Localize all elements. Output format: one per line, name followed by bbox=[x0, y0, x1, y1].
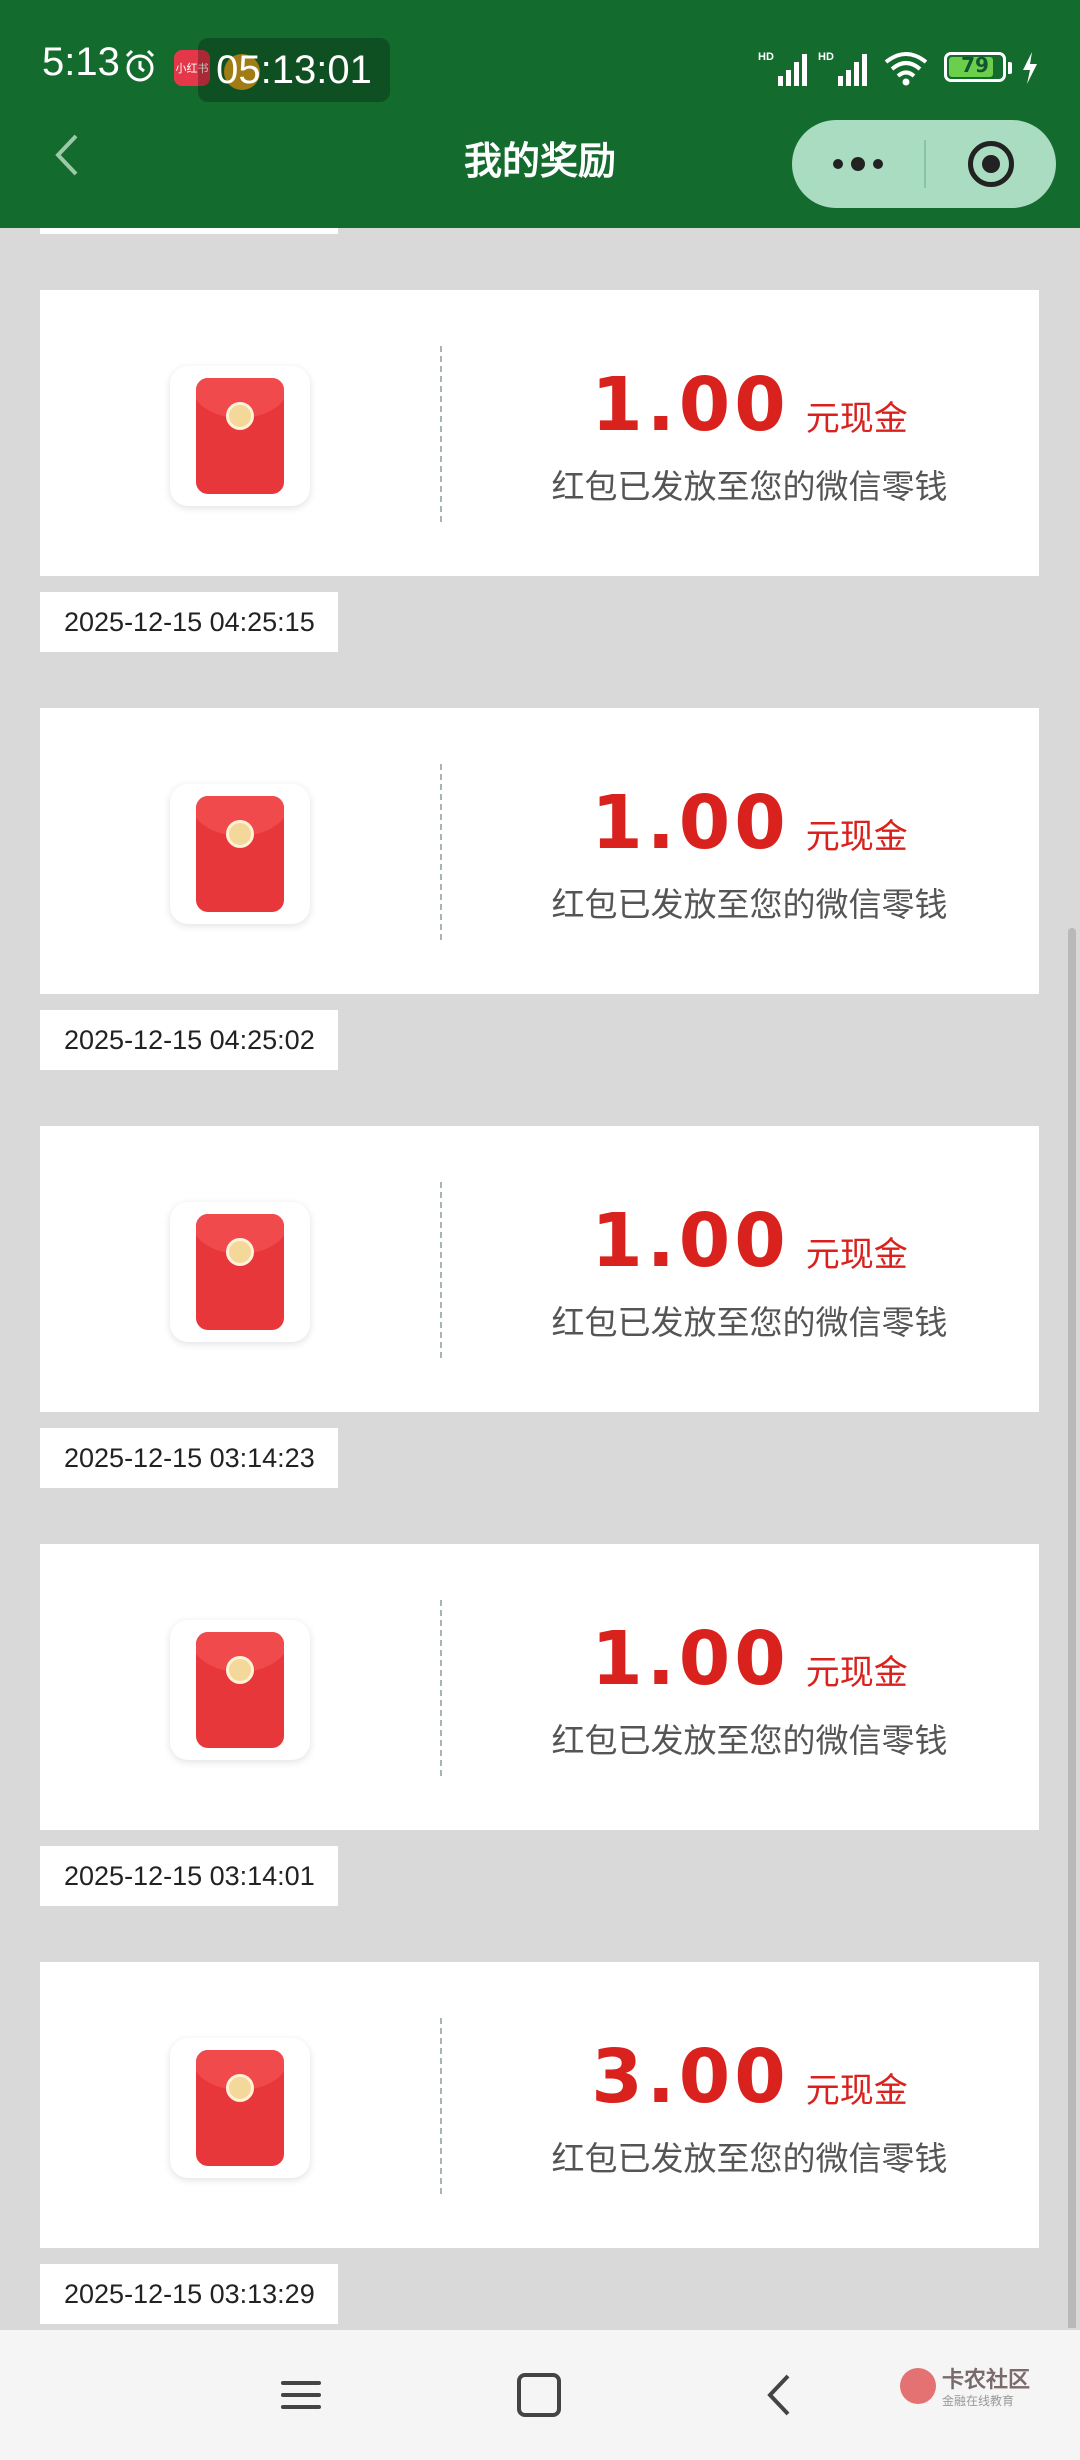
reward-amount: 1.00 bbox=[591, 1198, 790, 1284]
header: 5:13 小红书 05:13:01 HD HD 79 我的奖励 bbox=[0, 0, 1080, 228]
reward-amount: 3.00 bbox=[591, 2034, 790, 2120]
home-icon bbox=[517, 2373, 561, 2417]
red-envelope-icon bbox=[170, 2038, 310, 2178]
reward-card[interactable]: 1.00 元现金 红包已发放至您的微信零钱 bbox=[40, 1126, 1039, 1412]
red-envelope-icon bbox=[170, 1202, 310, 1342]
recent-apps-button[interactable] bbox=[266, 2360, 336, 2430]
reward-amount-line: 1.00 元现金 bbox=[480, 362, 1019, 448]
red-envelope-icon bbox=[170, 784, 310, 924]
battery-icon: 79 bbox=[944, 52, 1006, 82]
kanong-logo-icon bbox=[900, 2368, 936, 2404]
status-time: 5:13 bbox=[42, 40, 120, 84]
svg-text:HD: HD bbox=[818, 51, 834, 63]
reward-amount: 1.00 bbox=[591, 362, 790, 448]
reward-unit: 元现金 bbox=[805, 817, 908, 857]
battery-level: 79 bbox=[961, 53, 989, 77]
home-button[interactable] bbox=[504, 2360, 574, 2430]
dashed-divider bbox=[440, 346, 442, 522]
wifi-icon bbox=[884, 52, 928, 86]
close-miniprogram-button[interactable] bbox=[926, 120, 1056, 208]
reward-description: 红包已发放至您的微信零钱 bbox=[551, 1303, 948, 1342]
reward-date: 2025-12-15 04:25:15 bbox=[40, 592, 338, 652]
reward-date: 2025-12-15 03:13:29 bbox=[40, 2264, 338, 2324]
dashed-divider bbox=[440, 1600, 442, 1776]
reward-date: 2025-12-15 03:14:01 bbox=[40, 1846, 338, 1906]
miniprogram-capsule bbox=[792, 120, 1056, 208]
reward-amount-line: 3.00 元现金 bbox=[480, 2034, 1019, 2120]
previous-date-tag bbox=[40, 228, 338, 234]
reward-amount: 1.00 bbox=[591, 780, 790, 866]
red-envelope-icon bbox=[170, 1620, 310, 1760]
scrollbar[interactable] bbox=[1068, 928, 1076, 2328]
dashed-divider bbox=[440, 1182, 442, 1358]
target-icon bbox=[968, 141, 1014, 187]
watermark: 卡农社区 金融在线教育 bbox=[900, 2362, 1030, 2422]
reward-amount-line: 1.00 元现金 bbox=[480, 1198, 1019, 1284]
reward-amount-line: 1.00 元现金 bbox=[480, 780, 1019, 866]
reward-card[interactable]: 1.00 元现金 红包已发放至您的微信零钱 bbox=[40, 708, 1039, 994]
alarm-icon bbox=[125, 49, 155, 82]
more-button[interactable] bbox=[792, 120, 924, 208]
signal-hd-icon: HD bbox=[758, 51, 807, 86]
reward-description: 红包已发放至您的微信零钱 bbox=[551, 467, 948, 506]
charging-icon bbox=[1023, 52, 1037, 84]
watermark-title: 卡农社区 bbox=[942, 2368, 1031, 2393]
reward-unit: 元现金 bbox=[805, 1235, 908, 1275]
reward-unit: 元现金 bbox=[805, 1653, 908, 1693]
menu-icon bbox=[281, 2373, 321, 2417]
reward-description: 红包已发放至您的微信零钱 bbox=[551, 1721, 948, 1760]
reward-card[interactable]: 1.00 元现金 红包已发放至您的微信零钱 bbox=[40, 290, 1039, 576]
system-back-button[interactable] bbox=[744, 2360, 814, 2430]
reward-amount: 1.00 bbox=[591, 1616, 790, 1702]
red-envelope-icon bbox=[170, 366, 310, 506]
dashed-divider bbox=[440, 764, 442, 940]
reward-list[interactable]: 1.00 元现金 红包已发放至您的微信零钱 2025-12-15 04:25:15… bbox=[0, 228, 1080, 2328]
watermark-subtitle: 金融在线教育 bbox=[942, 2394, 1015, 2408]
reward-amount-line: 1.00 元现金 bbox=[480, 1616, 1019, 1702]
reward-description: 红包已发放至您的微信零钱 bbox=[551, 885, 948, 924]
reward-date: 2025-12-15 03:14:23 bbox=[40, 1428, 338, 1488]
reward-date: 2025-12-15 04:25:02 bbox=[40, 1010, 338, 1070]
reward-card[interactable]: 3.00 元现金 红包已发放至您的微信零钱 bbox=[40, 1962, 1039, 2248]
signal-hd-icon-2: HD bbox=[818, 51, 867, 86]
system-nav-bar: 卡农社区 金融在线教育 bbox=[0, 2330, 1080, 2460]
reward-unit: 元现金 bbox=[805, 399, 908, 439]
dashed-divider bbox=[440, 2018, 442, 2194]
reward-unit: 元现金 bbox=[805, 2071, 908, 2111]
clock-overlay: 05:13:01 bbox=[198, 38, 390, 102]
back-icon bbox=[767, 2374, 790, 2416]
reward-description: 红包已发放至您的微信零钱 bbox=[551, 2139, 948, 2178]
battery-tip bbox=[1008, 62, 1012, 74]
svg-text:HD: HD bbox=[758, 51, 774, 63]
reward-card[interactable]: 1.00 元现金 红包已发放至您的微信零钱 bbox=[40, 1544, 1039, 1830]
